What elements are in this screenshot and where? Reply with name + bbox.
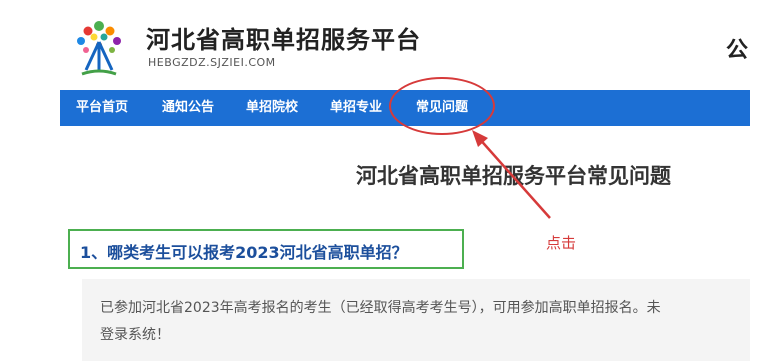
- nav-item-notices[interactable]: 通知公告: [162, 90, 214, 126]
- question-heading-box: 1、哪类考生可以报考2023河北省高职单招？: [68, 229, 464, 269]
- site-url: HEBGZDZ.SJZIEI.COM: [148, 56, 276, 69]
- answer-line: 已参加河北省2023年高考报名的考生（已经取得高考考生号），可用参加高职单招报名…: [100, 300, 661, 316]
- nav-item-home[interactable]: 平台首页: [76, 90, 128, 126]
- site-logo-icon[interactable]: [64, 12, 134, 82]
- site-title[interactable]: 河北省高职单招服务平台: [146, 20, 421, 55]
- site-header: 河北省高职单招服务平台 HEBGZDZ.SJZIEI.COM 公: [0, 0, 781, 90]
- answer-panel: 已参加河北省2023年高考报名的考生（已经取得高考考生号），可用参加高职单招报名…: [82, 279, 750, 361]
- nav-item-majors[interactable]: 单招专业: [330, 90, 382, 126]
- page-title: 河北省高职单招服务平台常见问题: [356, 164, 671, 188]
- question-heading[interactable]: 1、哪类考生可以报考2023河北省高职单招？: [80, 239, 408, 263]
- answer-line: 登录系统！: [100, 327, 170, 343]
- header-right-text[interactable]: 公: [726, 32, 748, 64]
- answer-text: 已参加河北省2023年高考报名的考生（已经取得高考考生号），可用参加高职单招报名…: [100, 295, 780, 349]
- nav-item-colleges[interactable]: 单招院校: [246, 90, 298, 126]
- annotation-label: 点击: [546, 234, 577, 252]
- faq-highlight-ellipse: [389, 77, 495, 135]
